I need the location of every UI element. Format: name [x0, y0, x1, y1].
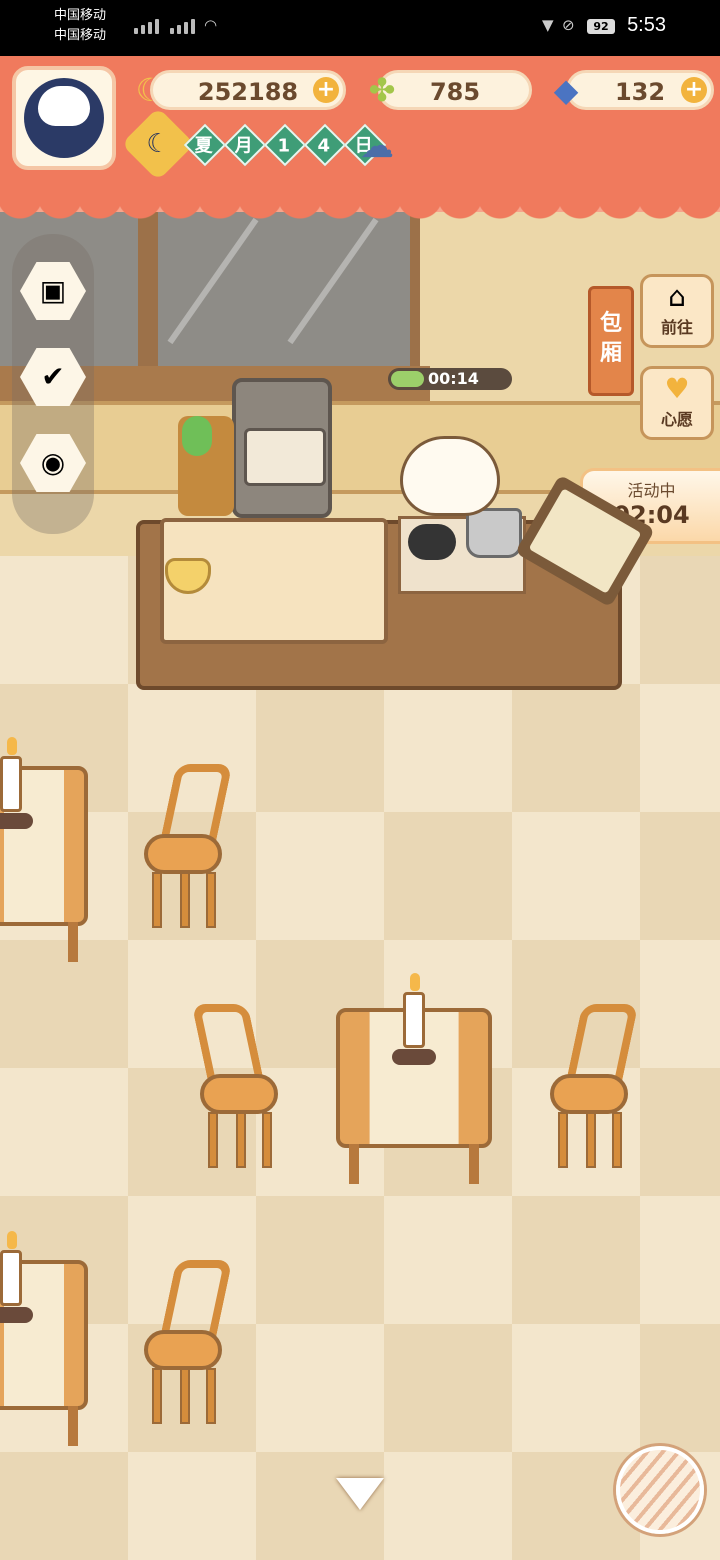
date-char: 夏 — [183, 123, 227, 167]
signal-icon — [134, 18, 159, 34]
yarn-ball-icon[interactable] — [616, 1446, 704, 1534]
private-room-sign[interactable]: 包厢 — [588, 286, 634, 396]
tv-icon[interactable]: ▣ — [20, 262, 86, 320]
heart-book-icon: ♥ — [664, 372, 690, 405]
carrier-1: 中国移动 — [54, 8, 107, 23]
battery-icon: 92 — [587, 19, 615, 34]
add-fish-button[interactable]: + — [681, 77, 707, 103]
chair[interactable] — [546, 1004, 639, 1172]
oven[interactable] — [232, 378, 332, 518]
cook-progress-bar — [391, 371, 424, 387]
date-char: 月 — [223, 123, 267, 167]
mute-icon: ⊘ — [562, 16, 575, 34]
player-avatar[interactable] — [12, 66, 116, 170]
add-banana-button[interactable]: + — [313, 77, 339, 103]
candle-icon — [392, 973, 436, 1065]
cook-timer-text: 00:14 — [428, 369, 479, 388]
frying-pan — [408, 524, 456, 560]
rain-cloud-icon[interactable]: ☁ — [360, 126, 394, 166]
cooking-pot — [466, 508, 522, 558]
chair[interactable] — [140, 1260, 233, 1428]
season-date: 夏 月 1 4 日 — [183, 123, 387, 167]
notice-board-icon[interactable]: ✔ — [20, 348, 86, 406]
wish-button[interactable]: ♥ 心愿 — [640, 366, 714, 440]
carrier-2: 中国移动 — [54, 28, 107, 43]
candle-icon — [0, 1231, 33, 1323]
wish-label: 心愿 — [660, 410, 693, 429]
date-char: 1 — [263, 123, 307, 167]
cook-timer: 00:14 — [388, 368, 512, 390]
chef-cat[interactable] — [400, 436, 500, 516]
chair[interactable] — [191, 1004, 282, 1172]
camera-icon[interactable]: ◉ — [20, 434, 86, 492]
clover-icon: ✤ — [368, 71, 396, 109]
left-menu: ▣ ✔ ◉ — [12, 234, 94, 534]
chair[interactable] — [140, 764, 233, 932]
wifi-icon: ◠ — [204, 16, 218, 34]
clock: 5:53 — [627, 14, 666, 36]
location-icon: ▼ — [542, 16, 554, 34]
scroll-down-arrow-icon[interactable] — [336, 1478, 384, 1514]
banana-counter: 252188 + — [150, 70, 346, 110]
date-char: 4 — [303, 123, 347, 167]
hud-curtain — [0, 196, 720, 226]
game-scene: 252188 + ☾ 785 ✤ 132 + ◆ ☾ 夏 月 1 4 日 ☁ ▣… — [0, 56, 720, 1560]
banana-icon: ☾ — [135, 71, 165, 109]
candle-icon — [0, 737, 33, 829]
fish-icon: ◆ — [553, 71, 579, 109]
fish-counter: 132 + — [566, 70, 714, 110]
cat-avatar-icon — [24, 78, 104, 158]
goto-label: 前往 — [660, 318, 693, 337]
status-bar: 中国移动 中国移动 ◠ ▼ ⊘ 92 5:53 — [0, 0, 720, 56]
vegetable-basket — [178, 416, 234, 516]
goto-button[interactable]: ⌂ 前往 — [640, 274, 714, 348]
event-label: 活动中 — [627, 481, 676, 500]
signal-icon-2 — [170, 18, 195, 34]
map-sign-icon: ⌂ — [668, 280, 686, 313]
